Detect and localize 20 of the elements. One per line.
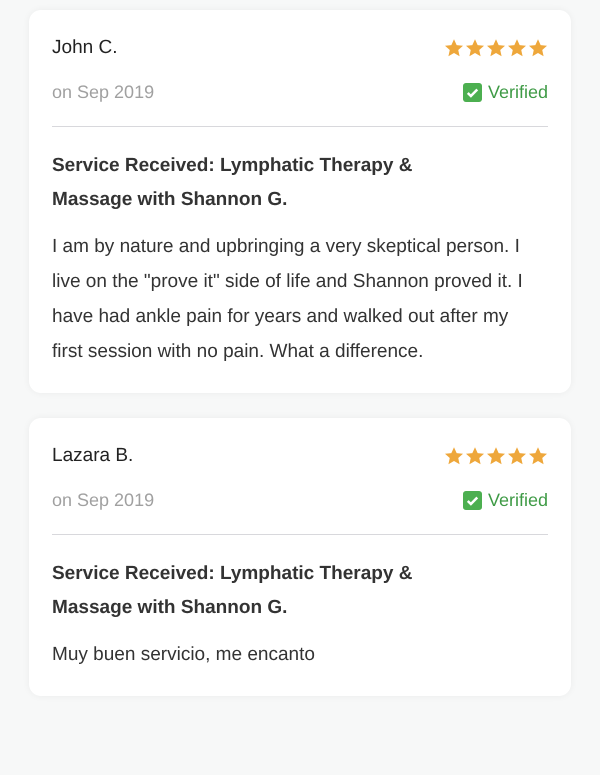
star-icon — [444, 38, 464, 58]
star-icon — [486, 446, 506, 466]
star-icon — [444, 446, 464, 466]
review-text: Muy buen servicio, me encanto — [52, 643, 316, 667]
star-icon — [528, 446, 548, 466]
star-icon — [507, 38, 527, 58]
reviewer-name: Lazara B. — [52, 444, 134, 468]
star-icon — [465, 446, 485, 466]
verified-label: Verified — [488, 489, 548, 512]
service-title: Service Received: Lymphatic Therapy & Massage with Shannon G. — [52, 562, 414, 620]
review-date: on Sep 2019 — [52, 81, 154, 104]
star-icon — [507, 446, 527, 466]
star-icon — [465, 38, 485, 58]
review-text: I am by nature and upbringing a very skeptical person. I live on the "prove it" side of life and Shannon proved it. I have had ankle pain for years and walked out after my first session with no pain. What a difference. — [52, 235, 524, 364]
star-icon — [486, 38, 506, 58]
service-title: Service Received: Lymphatic Therapy & Massage with Shannon G. — [52, 154, 414, 212]
verified-label: Verified — [488, 81, 548, 104]
review-date: on Sep 2019 — [52, 489, 154, 512]
star-icon — [528, 38, 548, 58]
reviewer-name: John C. — [52, 36, 118, 60]
